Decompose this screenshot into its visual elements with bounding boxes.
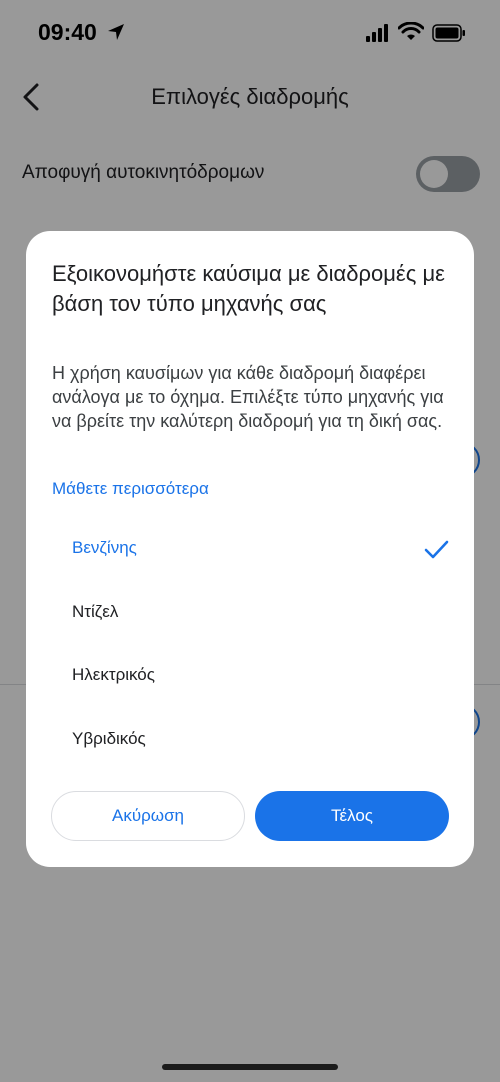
option-label: Υβριδικός xyxy=(72,729,146,748)
engine-type-dialog: Εξοικονομήστε καύσιμα με διαδρομές με βά… xyxy=(26,231,474,867)
learn-more-link[interactable]: Μάθετε περισσότερα xyxy=(52,479,209,499)
engine-option-electric[interactable]: Ηλεκτρικός xyxy=(52,650,452,702)
dialog-description: Η χρήση καυσίμων για κάθε διαδρομή διαφέ… xyxy=(52,363,444,431)
engine-option-hybrid[interactable]: Υβριδικός xyxy=(52,714,452,766)
cancel-button[interactable]: Ακύρωση xyxy=(51,791,245,841)
dialog-title: Εξοικονομήστε καύσιμα με διαδρομές με βά… xyxy=(52,261,445,316)
engine-option-diesel[interactable]: Ντίζελ xyxy=(52,587,452,639)
option-label: Ηλεκτρικός xyxy=(72,665,155,684)
option-label: Βενζίνης xyxy=(72,538,137,557)
check-icon xyxy=(424,540,449,559)
option-label: Ντίζελ xyxy=(72,602,119,621)
done-button[interactable]: Τέλος xyxy=(255,791,449,841)
engine-option-petrol[interactable]: Βενζίνης xyxy=(52,523,452,575)
home-indicator xyxy=(162,1064,338,1070)
